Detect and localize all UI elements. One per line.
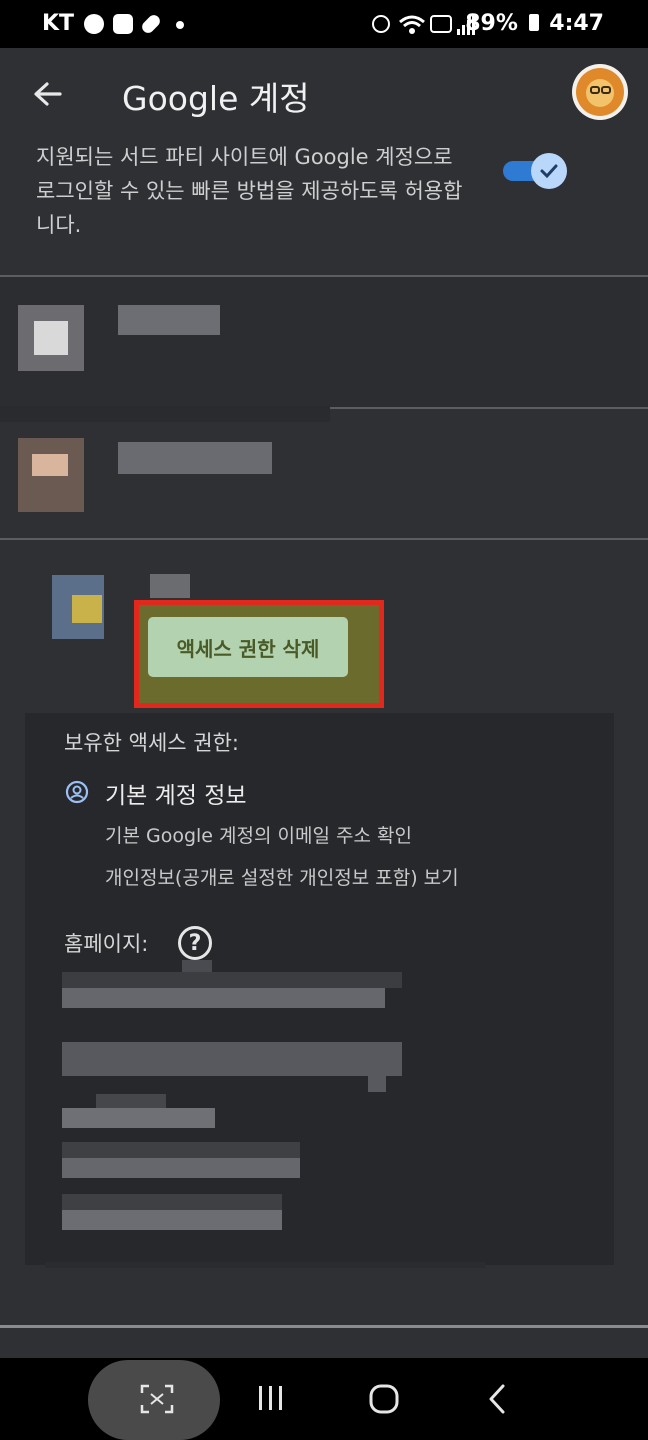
list-item[interactable] bbox=[0, 422, 648, 538]
divider bbox=[0, 1325, 648, 1328]
pill-icon bbox=[139, 12, 163, 36]
carrier-label: KT bbox=[42, 11, 75, 36]
battery-icon bbox=[528, 14, 539, 31]
basic-account-info-title: 기본 계정 정보 bbox=[105, 783, 247, 809]
android-icon bbox=[372, 15, 390, 33]
account-circle-icon bbox=[65, 780, 89, 804]
battery-time: 89% 4:47 bbox=[465, 11, 604, 36]
kakaotalk-icon bbox=[84, 14, 104, 34]
redacted-text bbox=[62, 1108, 215, 1128]
list-item[interactable] bbox=[0, 277, 648, 407]
homepage-label: 홈페이지: bbox=[64, 932, 149, 956]
sign-in-toggle[interactable] bbox=[503, 153, 567, 189]
redacted-text bbox=[62, 1210, 282, 1230]
hd-icon bbox=[430, 15, 452, 33]
back-icon[interactable] bbox=[484, 1383, 512, 1415]
page-title: Google 계정 bbox=[122, 79, 310, 118]
gallery-icon bbox=[113, 14, 133, 34]
permission-line: 개인정보(공개로 설정한 개인정보 포함) 보기 bbox=[105, 867, 459, 889]
remove-access-button[interactable]: 액세스 권한 삭제 bbox=[148, 617, 348, 677]
site-name bbox=[118, 442, 272, 474]
permission-line: 기본 Google 계정의 이메일 주소 확인 bbox=[105, 825, 412, 847]
dot-icon bbox=[176, 21, 184, 29]
redacted-text bbox=[62, 988, 385, 1008]
arrow-left-icon[interactable] bbox=[28, 74, 68, 114]
screen-capture-icon[interactable] bbox=[140, 1384, 174, 1414]
intro-text: 지원되는 서드 파티 사이트에 Google 계정으로 로그인할 수 있는 빠른… bbox=[36, 145, 463, 237]
home-icon[interactable] bbox=[368, 1383, 400, 1415]
clock: 4:47 bbox=[549, 11, 604, 36]
site-name bbox=[118, 305, 220, 335]
help-icon[interactable]: ? bbox=[178, 926, 212, 960]
wifi-icon bbox=[399, 15, 425, 34]
battery-percent: 89% bbox=[465, 11, 518, 36]
status-bar: KT 89% 4:47 bbox=[0, 0, 648, 48]
access-heading: 보유한 액세스 권한: bbox=[64, 731, 239, 755]
redacted-text bbox=[62, 1158, 300, 1178]
avatar[interactable] bbox=[572, 64, 628, 120]
redacted-text bbox=[62, 1042, 402, 1076]
site-name bbox=[150, 574, 190, 598]
check-icon bbox=[531, 153, 567, 189]
app-bar: Google 계정 bbox=[0, 48, 648, 140]
recent-apps-icon[interactable] bbox=[256, 1384, 286, 1412]
